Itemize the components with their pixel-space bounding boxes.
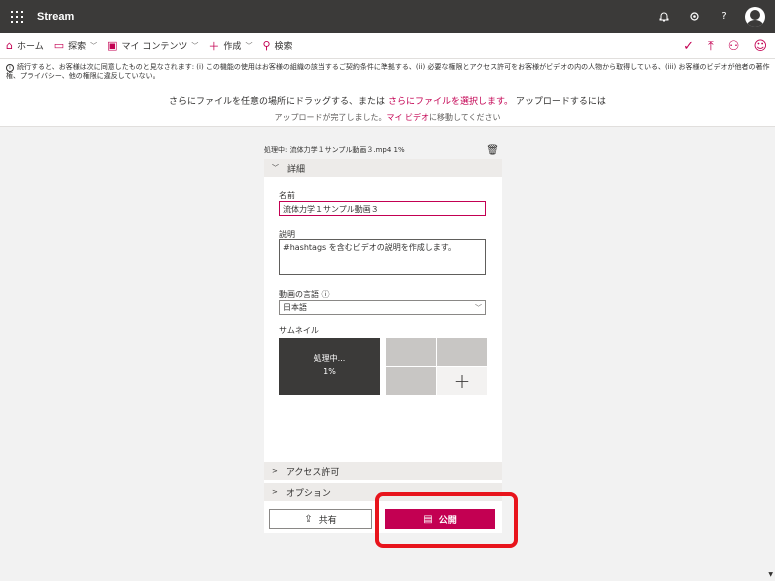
explore-icon: ▭ [53, 39, 65, 52]
upload-panel-header: 処理中: 流体力学１サンプル動画３.mp4 1% 🗑 [264, 141, 502, 159]
name-label: 名前 [279, 191, 295, 200]
avatar[interactable] [745, 6, 765, 27]
language-label: 動画の言語 ⓘ [279, 290, 330, 299]
thumbnail-percent: 1% [323, 367, 336, 376]
share-label: 共有 [318, 515, 337, 526]
nav-explore[interactable]: ▭ 探索 ﹀ [54, 39, 97, 52]
nav-home-label: ホーム [16, 42, 44, 52]
home-icon: ⌂ [6, 39, 13, 52]
chevron-down-icon: ﹀ [191, 41, 199, 50]
name-input[interactable]: 流体力学１サンプル動画３ [279, 201, 486, 216]
drop-prefix: さらにファイルを任意の場所にドラッグする、または [169, 97, 386, 107]
details-label: 詳細 [287, 164, 306, 175]
person-icon[interactable]: ⚇ [728, 39, 740, 54]
chevron-right-icon: > [272, 467, 278, 475]
plus-icon: ＋ [208, 39, 220, 53]
chevron-down-icon: ﹀ [475, 303, 482, 312]
description-input[interactable]: #hashtags を含むビデオの説明を作成します。 [279, 239, 486, 275]
share-icon: ⇪ [304, 513, 313, 525]
thumbnail-processing[interactable]: 処理中... 1% [279, 338, 380, 395]
drop-zone-text: さらにファイルを任意の場所にドラッグする、または さらにファイルを選択します。 … [0, 94, 775, 107]
nav-my-content[interactable]: ▣ マイ コンテンツ ﹀ [107, 39, 198, 52]
options-label: オプション [285, 488, 331, 499]
scroll-down-icon[interactable]: ▼ [768, 571, 773, 578]
nav-create[interactable]: ＋ 作成 ﹀ [208, 38, 252, 54]
thumbnail-option[interactable] [386, 367, 436, 395]
drop-suffix: アップロードするには [515, 97, 606, 107]
trash-icon[interactable]: 🗑 [486, 145, 499, 156]
app-title[interactable]: Stream [37, 11, 74, 23]
thumbnail-option[interactable] [386, 338, 436, 366]
chevron-right-icon: > [272, 488, 278, 496]
access-label: アクセス許可 [285, 467, 340, 478]
nav-create-label: 作成 [223, 42, 242, 52]
nav-explore-label: 探索 [68, 42, 87, 52]
app-launcher-icon[interactable] [0, 0, 33, 33]
content-icon: ▣ [107, 39, 118, 52]
file-status: 処理中: 流体力学１サンプル動画３.mp4 1% [264, 146, 405, 154]
nav-search[interactable]: ⚲ 検索 [262, 39, 292, 52]
upload-panel: ﹀ 詳細 名前 流体力学１サンプル動画３ 説明 #hashtags を含むビデオ… [264, 159, 502, 533]
add-thumbnail-icon[interactable]: + [437, 367, 487, 395]
upload-icon[interactable]: ⤒ [708, 39, 714, 54]
nav-home[interactable]: ⌂ ホーム [6, 39, 44, 52]
chevron-down-icon: ﹀ [272, 164, 279, 172]
thumbnail-option[interactable] [437, 338, 487, 366]
gear-icon[interactable] [679, 0, 709, 33]
status-prefix: アップロードが完了しました。 [274, 113, 387, 122]
bell-icon[interactable] [649, 0, 679, 33]
status-suffix: に移動してください [429, 113, 501, 122]
notice-text-block: i 続行すると、お客様は次に同意したものと見なされます: (i) この機能の使用は… [6, 63, 770, 81]
chevron-down-icon: ﹀ [245, 41, 253, 50]
details-section-header[interactable]: ﹀ 詳細 [264, 159, 502, 177]
language-select[interactable]: 日本語 ﹀ [279, 300, 486, 315]
info-icon: i [6, 64, 14, 72]
language-value: 日本語 [283, 303, 307, 312]
upload-status: アップロードが完了しました。マイ ビデオに移動してください [0, 112, 775, 123]
search-icon: ⚲ [262, 39, 271, 52]
select-files-link[interactable]: さらにファイルを選択します。 [388, 97, 513, 107]
nav-bar: ⌂ ホーム ▭ 探索 ﹀ ▣ マイ コンテンツ ﹀ ＋ 作成 ﹀ ⚲ 検索 ✓ … [0, 33, 775, 59]
consent-notice: i 続行すると、お客様は次に同意したものと見なされます: (i) この機能の使用は… [0, 59, 775, 127]
check-icon[interactable]: ✓ [683, 39, 694, 54]
my-videos-link[interactable]: マイ ビデオ [386, 113, 429, 122]
smiley-icon[interactable]: ☺ [753, 39, 767, 54]
help-icon[interactable]: ? [709, 0, 739, 33]
highlight-box [375, 492, 518, 548]
thumbnail-label: サムネイル [279, 326, 319, 335]
nav-my-content-label: マイ コンテンツ [121, 42, 188, 52]
top-bar: Stream ? [0, 0, 775, 33]
access-section-header[interactable]: > アクセス許可 [264, 462, 502, 480]
thumbnail-processing-text: 処理中... [313, 354, 346, 363]
share-button[interactable]: ⇪ 共有 [269, 509, 372, 529]
notice-text: 続行すると、お客様は次に同意したものと見なされます: (i) この機能の使用はお… [6, 63, 770, 80]
thumbnail-options: + [386, 338, 487, 395]
chevron-down-icon: ﹀ [90, 41, 98, 50]
nav-search-label: 検索 [274, 42, 293, 52]
